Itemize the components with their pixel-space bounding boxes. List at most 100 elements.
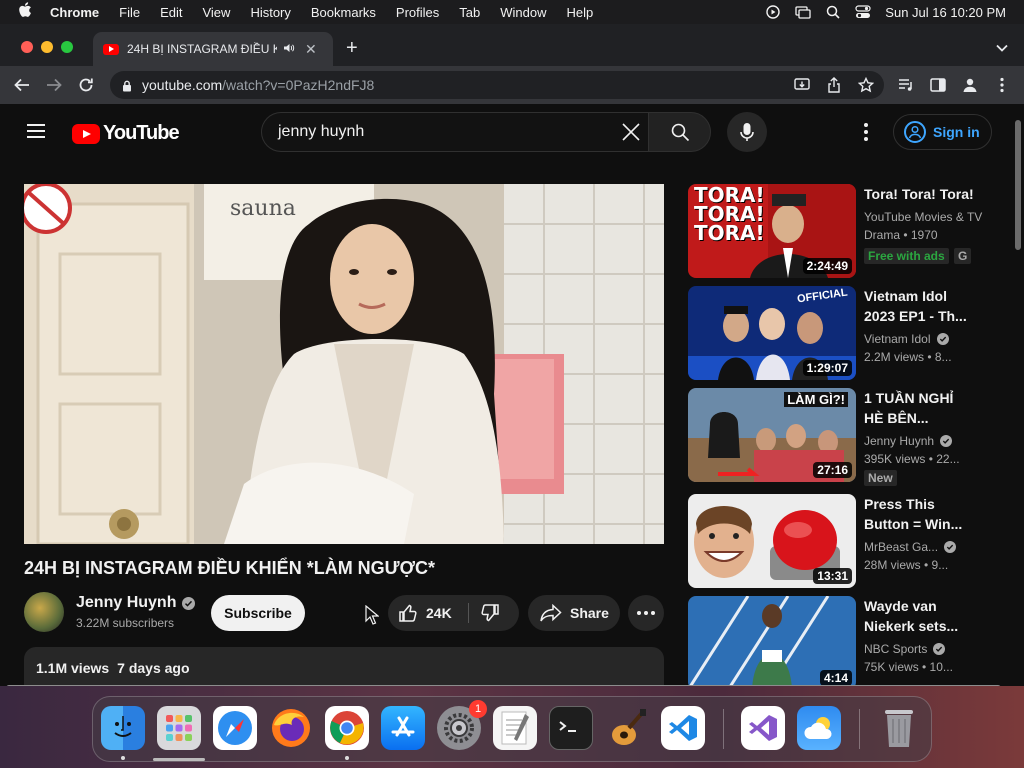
recommendation-title[interactable]: 1 TUẦN NGHỈ HÈ BÊN... — [864, 388, 974, 428]
vertical-scrollbar[interactable] — [1015, 120, 1021, 250]
spotlight-search-icon[interactable] — [825, 5, 841, 19]
chrome-menu-icon[interactable] — [992, 75, 1012, 95]
recommendation-title[interactable]: Wayde van Niekerk sets... — [864, 596, 974, 636]
menu-window[interactable]: Window — [500, 5, 546, 20]
recommendation-item[interactable]: LÀM GÌ?! 27:16 1 TUẦN NGHỈ HÈ BÊN... Jen… — [688, 388, 988, 486]
side-panel-icon[interactable] — [928, 75, 948, 95]
mouse-pointer-icon — [365, 604, 380, 630]
dock-separator — [859, 709, 860, 749]
address-bar[interactable]: youtube.com/watch?v=0PazH2ndFJ8 — [110, 71, 884, 99]
now-playing-icon[interactable] — [765, 5, 781, 19]
recommendation-channel[interactable]: MrBeast Ga... — [864, 538, 957, 556]
dislike-button[interactable] — [480, 603, 502, 625]
channel-avatar[interactable] — [24, 592, 64, 632]
channel-name[interactable]: Jenny Huynh — [76, 594, 196, 612]
share-button[interactable]: Share — [528, 595, 620, 631]
description-box[interactable]: 1.1M views 7 days ago — [24, 647, 664, 686]
recommendation-title[interactable]: Tora! Tora! Tora! — [864, 184, 974, 204]
tab-audio-speaker-icon[interactable] — [283, 43, 295, 56]
firefox-icon[interactable] — [269, 706, 313, 750]
recommendation-channel[interactable]: YouTube Movies & TV — [864, 208, 984, 226]
window-close-button[interactable] — [21, 41, 33, 53]
sign-in-button[interactable]: Sign in — [893, 114, 992, 150]
recommendation-title[interactable]: Press This Button = Win... — [864, 494, 974, 534]
browser-tab-active[interactable]: 24H BỊ INSTAGRAM ĐIỀU KHIỂN *LÀM NGƯỢC* … — [93, 32, 333, 66]
clear-search-icon[interactable] — [620, 121, 642, 143]
settings-kebab-icon[interactable] — [856, 120, 876, 144]
menu-history[interactable]: History — [250, 5, 290, 20]
terminal-icon[interactable] — [549, 706, 593, 750]
lock-icon[interactable] — [122, 79, 132, 92]
install-app-icon[interactable] — [792, 75, 812, 95]
menu-app-name[interactable]: Chrome — [50, 5, 99, 20]
bookmark-star-icon[interactable] — [856, 75, 876, 95]
finder-icon[interactable] — [101, 706, 145, 750]
menu-view[interactable]: View — [202, 5, 230, 20]
recommendation-channel[interactable]: NBC Sports — [864, 640, 946, 658]
new-tab-icon[interactable]: + — [346, 37, 358, 60]
vscode-icon[interactable] — [661, 706, 705, 750]
recommendation-channel[interactable]: Jenny Huynh — [864, 432, 953, 450]
youtube-logo[interactable]: YouTube — [72, 122, 180, 145]
recommendation-thumbnail[interactable]: 13:31 — [688, 494, 856, 588]
like-button[interactable]: 24K — [398, 595, 452, 631]
textedit-icon[interactable] — [493, 706, 537, 750]
search-button[interactable] — [648, 112, 711, 152]
voice-search-button[interactable] — [727, 112, 767, 152]
apple-menu-icon[interactable] — [18, 1, 36, 23]
video-player[interactable]: sauna — [24, 184, 664, 544]
channel-name-text: Jenny Huynh — [864, 434, 935, 448]
menu-file[interactable]: File — [119, 5, 140, 20]
window-minimize-button[interactable] — [41, 41, 53, 53]
menu-help[interactable]: Help — [567, 5, 594, 20]
launchpad-icon[interactable] — [157, 706, 201, 750]
more-actions-button[interactable] — [628, 595, 664, 631]
screen-mirroring-icon[interactable] — [795, 5, 811, 19]
macos-dock: 1 — [92, 696, 932, 762]
app-store-icon[interactable] — [381, 706, 425, 750]
recommendation-thumbnail[interactable]: LÀM GÌ?! 27:16 — [688, 388, 856, 482]
guide-menu-icon[interactable] — [27, 124, 45, 138]
reload-icon[interactable] — [76, 75, 96, 95]
recommendation-thumbnail[interactable]: OFFICIAL 1:29:07 — [688, 286, 856, 380]
control-center-icon[interactable] — [855, 5, 871, 19]
forward-arrow-icon[interactable] — [44, 75, 64, 95]
media-controls-icon[interactable] — [896, 75, 916, 95]
share-arrow-icon — [540, 604, 562, 622]
safari-icon[interactable] — [213, 706, 257, 750]
system-settings-icon[interactable]: 1 — [437, 700, 487, 750]
back-arrow-icon[interactable] — [12, 75, 32, 95]
sign-in-label: Sign in — [933, 124, 980, 140]
chrome-icon[interactable] — [325, 706, 369, 750]
menu-profiles[interactable]: Profiles — [396, 5, 439, 20]
menu-tab[interactable]: Tab — [459, 5, 480, 20]
recommendation-item[interactable]: 13:31 Press This Button = Win... MrBeast… — [688, 494, 988, 588]
menu-bookmarks[interactable]: Bookmarks — [311, 5, 376, 20]
dock-minimized-indicator — [153, 758, 205, 761]
verified-check-icon — [940, 435, 953, 447]
recommendation-item[interactable]: 4:14 Wayde van Niekerk sets... NBC Sport… — [688, 596, 988, 686]
url-path: /watch?v=0PazH2ndFJ8 — [222, 77, 375, 93]
visual-studio-icon[interactable] — [741, 706, 785, 750]
menu-edit[interactable]: Edit — [160, 5, 182, 20]
recommendation-item[interactable]: TORA! TORA! TORA! 2:24:49 Tora! Tora! To… — [688, 184, 988, 278]
chrome-tab-strip: 24H BỊ INSTAGRAM ĐIỀU KHIỂN *LÀM NGƯỢC* … — [0, 24, 1024, 66]
profile-avatar-icon[interactable] — [960, 75, 980, 95]
weather-icon[interactable] — [797, 706, 841, 750]
window-zoom-button[interactable] — [61, 41, 73, 53]
account-circle-icon — [904, 121, 926, 143]
recommendation-thumbnail[interactable]: TORA! TORA! TORA! 2:24:49 — [688, 184, 856, 278]
recommendation-item[interactable]: OFFICIAL 1:29:07 Vietnam Idol 2023 EP1 -… — [688, 286, 988, 380]
share-page-icon[interactable] — [824, 75, 844, 95]
thumbs-up-icon — [399, 604, 417, 622]
recommendation-title[interactable]: Vietnam Idol 2023 EP1 - Th... — [864, 286, 974, 326]
tab-close-icon[interactable]: ✕ — [305, 41, 317, 58]
menubar-clock[interactable]: Sun Jul 16 10:20 PM — [885, 5, 1006, 20]
subscribe-button[interactable]: Subscribe — [211, 595, 305, 631]
search-input[interactable]: jenny huynh — [261, 112, 649, 152]
trash-icon[interactable] — [877, 706, 921, 750]
recommendation-thumbnail[interactable]: 4:14 — [688, 596, 856, 686]
recommendation-channel[interactable]: Vietnam Idol — [864, 330, 949, 348]
tab-search-chevron-down-icon[interactable] — [996, 41, 1008, 55]
garageband-icon[interactable] — [605, 706, 649, 750]
